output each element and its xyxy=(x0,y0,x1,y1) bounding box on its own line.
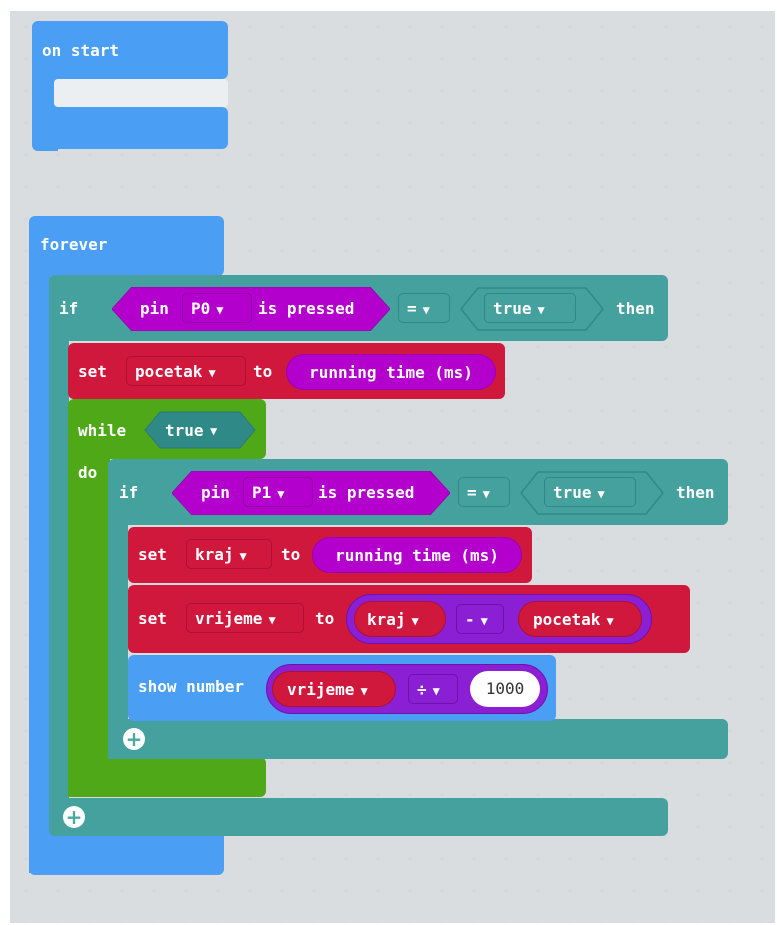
on-start-label: on start xyxy=(42,41,120,60)
vrijeme-reporter-name: vrijeme xyxy=(287,680,355,699)
outer-pin-value: P0 xyxy=(191,299,211,318)
outer-compare-op-dropdown[interactable]: = ▼ xyxy=(398,293,450,323)
inner-pin-dropdown[interactable]: P1 ▼ xyxy=(243,477,313,507)
chevron-down-icon: ▼ xyxy=(597,487,605,501)
set-pocetak-to-label: to xyxy=(253,362,273,381)
chevron-down-icon: ▼ xyxy=(277,487,285,501)
inner-if-add-icon[interactable]: + xyxy=(123,728,145,750)
pocetak-reporter[interactable]: pocetak ▼ xyxy=(518,601,642,637)
show-number-label: show number xyxy=(138,677,244,696)
outer-if-label: if xyxy=(59,299,79,318)
minus-op: - xyxy=(465,610,475,629)
while-label: while xyxy=(78,421,127,440)
kraj-reporter[interactable]: kraj ▼ xyxy=(354,601,446,637)
outer-bool-value: true xyxy=(493,299,532,318)
set-vrijeme-set-label: set xyxy=(138,609,167,628)
set-kraj-set-label: set xyxy=(138,545,167,564)
inner-is-pressed-label: is pressed xyxy=(318,483,415,502)
pocetak-var-dropdown[interactable]: pocetak ▼ xyxy=(126,356,246,386)
forever-label: forever xyxy=(40,235,108,254)
outer-bool-dropdown[interactable]: true ▼ xyxy=(484,293,576,323)
inner-pin-label: pin xyxy=(201,483,230,502)
chevron-down-icon: ▼ xyxy=(268,613,276,627)
chevron-down-icon: ▼ xyxy=(360,684,368,698)
workspace[interactable]: on start forever if pin P0 ▼ is pressed =… xyxy=(10,11,775,923)
inner-if-footer xyxy=(108,719,728,759)
while-spine xyxy=(68,451,110,797)
divisor-number-input[interactable]: 1000 xyxy=(470,671,540,707)
kraj-var-name: kraj xyxy=(195,545,234,564)
vrijeme-var-name: vrijeme xyxy=(195,609,263,628)
outer-then-label: then xyxy=(616,299,655,318)
chevron-down-icon: ▼ xyxy=(422,303,430,317)
chevron-down-icon: ▼ xyxy=(432,684,440,698)
do-label: do xyxy=(78,463,98,482)
chevron-down-icon: ▼ xyxy=(606,614,614,628)
chevron-down-icon: ▼ xyxy=(210,424,218,438)
inner-bool-value: true xyxy=(553,483,592,502)
while-cond-value[interactable]: true xyxy=(165,421,204,441)
outer-is-pressed-label: is pressed xyxy=(258,299,355,318)
divide-op: ÷ xyxy=(417,680,427,699)
set-vrijeme-to-label: to xyxy=(315,609,335,628)
kraj-var-dropdown[interactable]: kraj ▼ xyxy=(186,539,272,569)
kraj-reporter-name: kraj xyxy=(367,610,406,629)
chevron-down-icon: ▼ xyxy=(411,614,419,628)
on-start-footer xyxy=(32,107,228,149)
outer-pin-dropdown[interactable]: P0 ▼ xyxy=(182,293,252,323)
forever-spine xyxy=(29,261,51,873)
outer-if-add-icon[interactable]: + xyxy=(63,806,85,828)
vrijeme-reporter[interactable]: vrijeme ▼ xyxy=(272,671,396,707)
outer-if-footer xyxy=(49,798,668,836)
chevron-down-icon: ▼ xyxy=(482,487,490,501)
chevron-down-icon: ▼ xyxy=(208,366,216,380)
outer-if-spine xyxy=(49,331,69,811)
set-pocetak-set-label: set xyxy=(78,362,107,381)
chevron-down-icon: ▼ xyxy=(537,303,545,317)
chevron-down-icon: ▼ xyxy=(216,303,224,317)
vrijeme-var-dropdown[interactable]: vrijeme ▼ xyxy=(186,603,304,633)
pocetak-reporter-name: pocetak xyxy=(533,610,601,629)
inner-if-label: if xyxy=(119,483,139,502)
pocetak-running-time[interactable]: running time (ms) xyxy=(286,354,496,390)
divide-op-dropdown[interactable]: ÷ ▼ xyxy=(408,674,458,704)
inner-then-label: then xyxy=(676,483,715,502)
inner-pin-value: P1 xyxy=(252,483,272,502)
on-start-empty-slot xyxy=(54,79,228,107)
kraj-running-time[interactable]: running time (ms) xyxy=(312,537,522,573)
while-footer xyxy=(68,757,266,797)
inner-compare-op-dropdown[interactable]: = ▼ xyxy=(458,477,510,507)
chevron-down-icon: ▼ xyxy=(239,549,247,563)
outer-pin-label: pin xyxy=(140,299,169,318)
pocetak-var-name: pocetak xyxy=(135,362,203,381)
inner-compare-op: = xyxy=(467,483,477,502)
outer-compare-op: = xyxy=(407,299,417,318)
minus-op-dropdown[interactable]: - ▼ xyxy=(456,604,504,634)
set-kraj-to-label: to xyxy=(281,545,301,564)
forever-footer xyxy=(29,831,224,875)
inner-bool-dropdown[interactable]: true ▼ xyxy=(544,477,636,507)
chevron-down-icon: ▼ xyxy=(480,614,488,628)
